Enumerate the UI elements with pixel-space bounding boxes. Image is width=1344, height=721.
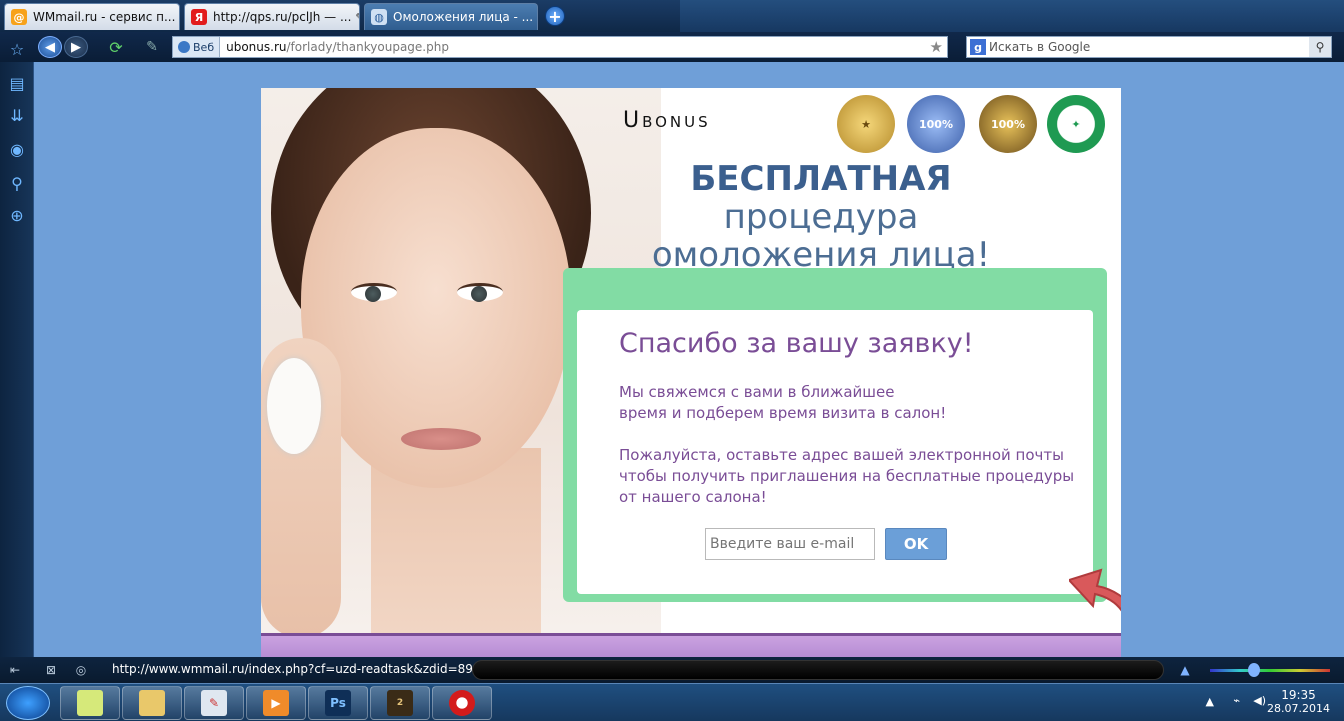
email-request-text: Пожалуйста, оставьте адрес вашей электро… <box>619 446 1075 506</box>
tab-qps[interactable]: Я http://qps.ru/pclJh — ... ✎ <box>184 3 360 30</box>
power-icon[interactable]: ⌁ <box>1233 694 1240 707</box>
magnifier-icon[interactable]: ⚲ <box>6 172 28 194</box>
sticky-notes-icon <box>77 690 103 716</box>
email-input[interactable] <box>705 528 875 560</box>
cotton-pad <box>267 358 321 454</box>
rss-icon[interactable]: ◉ <box>6 138 28 160</box>
taskbar-media-player[interactable]: ▶ <box>246 686 306 720</box>
panel-toggle-icon[interactable]: ⇤ <box>6 661 24 679</box>
zoom-slider-handle[interactable] <box>1248 663 1260 677</box>
landing-page: Ubonus ★ 100% 100% ✦ БЕСПЛАТНАЯ процедур… <box>261 88 1121 657</box>
url-path: /forlady/thankyoupage.php <box>286 40 449 54</box>
edit-icon[interactable]: ✎ <box>140 36 164 58</box>
search-box[interactable]: g Искать в Google ⚲ <box>966 36 1332 58</box>
popup-blocker-icon[interactable]: ⊠ <box>42 661 60 679</box>
clock[interactable]: 19:35 28.07.2014 <box>1267 688 1330 716</box>
paint-icon: ✎ <box>201 690 227 716</box>
thanks-title: Спасибо за вашу заявку! <box>619 328 974 359</box>
edit-icon[interactable]: ✎ <box>533 11 537 24</box>
add-panel-icon[interactable]: ⊕ <box>6 204 28 226</box>
taskbar-walking-dead[interactable]: 2 <box>370 686 430 720</box>
right-eye <box>457 283 503 302</box>
tab-active[interactable]: ◍ Омоложения лица - ... ✎ <box>364 3 538 30</box>
gold-seal-icon: ★ <box>837 95 895 153</box>
bottom-banner <box>261 633 1121 657</box>
globe-icon <box>178 41 190 53</box>
photoshop-icon: Ps <box>325 690 351 716</box>
desktop-icons-strip <box>680 0 1344 32</box>
address-bar[interactable]: Веб ubonus.ru/forlady/thankyoupage.php ★ <box>172 36 948 58</box>
yandex-icon: Я <box>191 9 207 25</box>
edit-icon[interactable]: ✎ <box>175 11 179 24</box>
back-button[interactable]: ◀ <box>38 36 62 58</box>
tab-wmmail[interactable]: @ WMmail.ru - сервис п... ✎ <box>4 3 180 30</box>
status-bar: ⇤ ⊠ ◎ http://www.wmmail.ru/index.php?cf=… <box>0 657 1344 683</box>
taskbar-paint[interactable]: ✎ <box>184 686 244 720</box>
url-host: ubonus.ru <box>226 40 287 54</box>
tray-expand-icon[interactable]: ▲ <box>1206 695 1214 708</box>
notes-icon[interactable]: ▤ <box>6 72 28 94</box>
explorer-icon <box>139 690 165 716</box>
headline: БЕСПЛАТНАЯ процедура омоложения лица! <box>651 159 991 275</box>
forward-button[interactable]: ▶ <box>64 36 88 58</box>
volume-icon[interactable]: ◀) <box>1253 694 1266 707</box>
taskbar-explorer[interactable] <box>122 686 182 720</box>
green-seal-icon: ✦ <box>1047 95 1105 153</box>
thanks-message: Мы свяжемся с вами в ближайшее время и п… <box>619 383 947 422</box>
new-tab-button[interactable]: + <box>545 6 565 26</box>
tab-title: http://qps.ru/pclJh — ... <box>213 10 352 24</box>
globe-icon: ◍ <box>371 9 387 25</box>
taskbar-photoshop[interactable]: Ps <box>308 686 368 720</box>
status-url: http://www.wmmail.ru/index.php?cf=uzd-re… <box>112 662 504 676</box>
navigation-bar: ◀ ▶ ⟳ ✎ Веб ubonus.ru/forlady/thankyoupa… <box>0 32 1344 62</box>
download-icon[interactable]: ⇊ <box>6 104 28 126</box>
gold-100-seal-icon: 100% <box>979 95 1037 153</box>
ok-button[interactable]: OK <box>885 528 947 560</box>
tab-title: Омоложения лица - ... <box>393 10 534 24</box>
reload-icon[interactable]: ⟳ <box>104 36 128 58</box>
favorites-star-icon[interactable]: ☆ <box>6 38 28 60</box>
taskbar-opera[interactable] <box>432 686 492 720</box>
progress-bar <box>472 660 1164 680</box>
brand-logo: Ubonus <box>623 108 711 133</box>
page-viewport: Ubonus ★ 100% 100% ✦ БЕСПЛАТНАЯ процедур… <box>34 62 1344 657</box>
speed-dial-icon[interactable]: ▲ <box>1176 661 1194 679</box>
search-input[interactable]: Искать в Google <box>989 40 1090 54</box>
lips <box>401 428 481 450</box>
wmmail-icon: @ <box>11 9 27 25</box>
tab-bar: @ WMmail.ru - сервис п... ✎ Я http://qps… <box>0 0 1344 32</box>
zoom-slider-track[interactable] <box>1210 669 1330 672</box>
quality-seal-icon: 100% <box>907 95 965 153</box>
search-icon[interactable]: ⚲ <box>1309 37 1331 57</box>
left-eye <box>351 283 397 302</box>
taskbar-sticky-notes[interactable] <box>60 686 120 720</box>
google-icon[interactable]: g <box>970 39 986 55</box>
bookmark-star-icon[interactable]: ★ <box>930 38 943 56</box>
media-player-icon: ▶ <box>263 690 289 716</box>
tab-title: WMmail.ru - сервис п... <box>33 10 176 24</box>
left-sidebar: ☆ ▤ ⇊ ◉ ⚲ ⊕ <box>0 40 34 657</box>
opera-icon <box>449 690 475 716</box>
walking-dead-icon: 2 <box>387 690 413 716</box>
start-button[interactable] <box>6 686 50 720</box>
edit-icon[interactable]: ✎ <box>351 11 359 24</box>
settings-icon[interactable]: ◎ <box>72 661 90 679</box>
address-badge: Веб <box>173 37 221 57</box>
taskbar: ✎ ▶ Ps 2 ▲ ⌁ ◀) 19:35 28.07.2014 <box>0 683 1344 721</box>
